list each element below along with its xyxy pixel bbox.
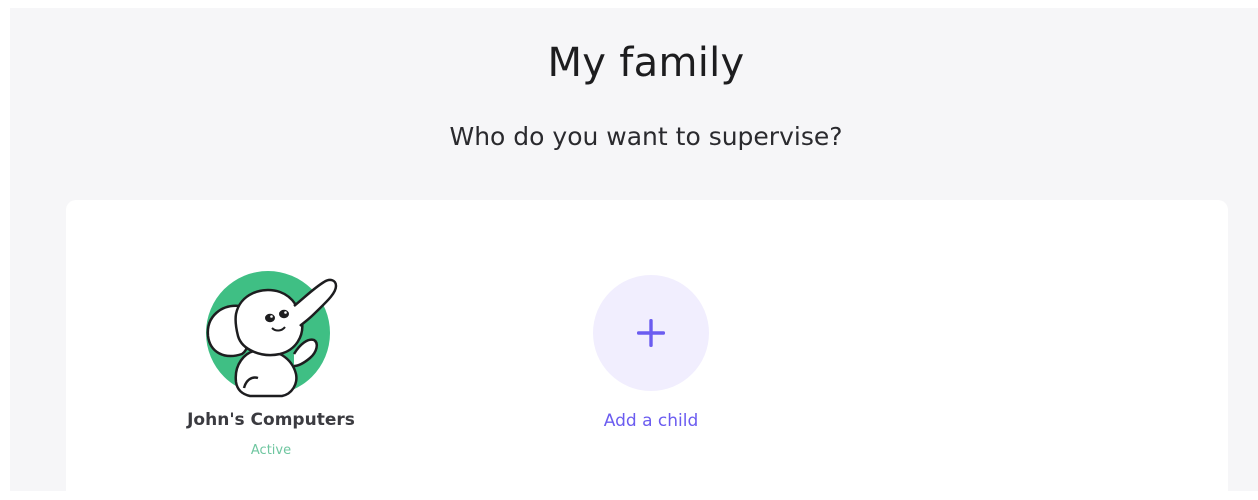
page-title: My family xyxy=(547,40,745,86)
add-child-label: Add a child xyxy=(603,411,699,431)
family-page: My family Who do you want to supervise? xyxy=(10,8,1258,500)
profile-name: John's Computers xyxy=(187,410,355,430)
elephant-icon xyxy=(206,271,338,398)
plus-icon xyxy=(637,319,665,347)
family-card: John's Computers Active Add a child xyxy=(66,200,1228,500)
avatar xyxy=(196,270,346,400)
add-child-circle[interactable] xyxy=(593,275,709,391)
page-subtitle: Who do you want to supervise? xyxy=(449,122,843,151)
status-badge: Active xyxy=(250,443,292,458)
